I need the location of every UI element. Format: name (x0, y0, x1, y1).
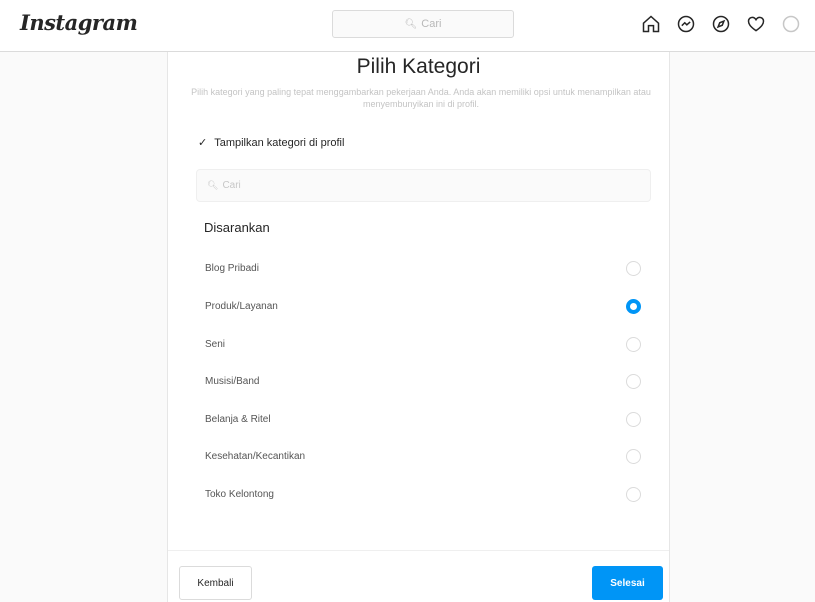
heart-icon[interactable] (745, 13, 767, 35)
category-label: Toko Kelontong (205, 488, 274, 500)
category-label: Seni (205, 338, 226, 350)
category-radio[interactable] (626, 448, 641, 464)
back-button[interactable]: Kembali (179, 566, 252, 600)
category-label: Belanja & Ritel (205, 413, 271, 425)
category-label: Kesehatan/Kecantikan (205, 450, 306, 462)
dialog-title: Pilih Kategori (356, 55, 481, 78)
category-radio[interactable] (626, 373, 641, 389)
section-label-suggested: Disarankan (204, 220, 270, 235)
top-search-input[interactable]: 🔍︎ Cari (332, 10, 514, 38)
done-button[interactable]: Selesai (592, 566, 663, 600)
search-icon: 🔍︎ (207, 180, 219, 190)
checkmark-icon: ✓ (198, 137, 208, 149)
category-label: Produk/Layanan (205, 300, 278, 312)
show-category-toggle[interactable]: ✓ Tampilkan kategori di profil (198, 136, 345, 150)
messenger-icon[interactable] (675, 13, 697, 35)
category-item[interactable]: Produk/Layanan (168, 288, 669, 324)
home-icon[interactable] (640, 13, 662, 35)
dialog-footer: Kembali Selesai (168, 550, 669, 602)
avatar[interactable] (780, 13, 802, 35)
category-search-placeholder: Cari (222, 180, 241, 191)
category-radio[interactable] (626, 298, 641, 314)
category-item[interactable]: Musisi/Band (168, 363, 669, 399)
category-radio[interactable] (626, 336, 641, 352)
category-item[interactable]: Toko Kelontong (168, 476, 669, 512)
category-radio[interactable] (626, 411, 641, 427)
explore-icon[interactable] (710, 13, 732, 35)
top-search-placeholder: Cari (421, 18, 442, 30)
top-navbar: Instagram 🔍︎ Cari (0, 0, 815, 52)
category-label: Musisi/Band (205, 375, 260, 387)
category-dialog: Pilih Kategori Pilih kategori yang palin… (167, 52, 670, 602)
search-icon: 🔍︎ (404, 18, 418, 30)
instagram-logo[interactable]: Instagram (20, 10, 138, 35)
category-item[interactable]: Blog Pribadi (168, 250, 669, 286)
category-item[interactable]: Kesehatan/Kecantikan (168, 438, 669, 474)
dialog-description: Pilih kategori yang paling tepat menggam… (191, 87, 651, 109)
category-search-input[interactable]: 🔍︎ Cari (196, 169, 651, 202)
show-category-label: Tampilkan kategori di profil (214, 136, 345, 149)
category-item[interactable]: Seni (168, 326, 669, 362)
category-item[interactable]: Belanja & Ritel (168, 401, 669, 437)
category-radio[interactable] (626, 486, 641, 502)
nav-icons (640, 13, 815, 35)
category-radio[interactable] (626, 260, 641, 276)
category-label: Blog Pribadi (205, 262, 259, 274)
